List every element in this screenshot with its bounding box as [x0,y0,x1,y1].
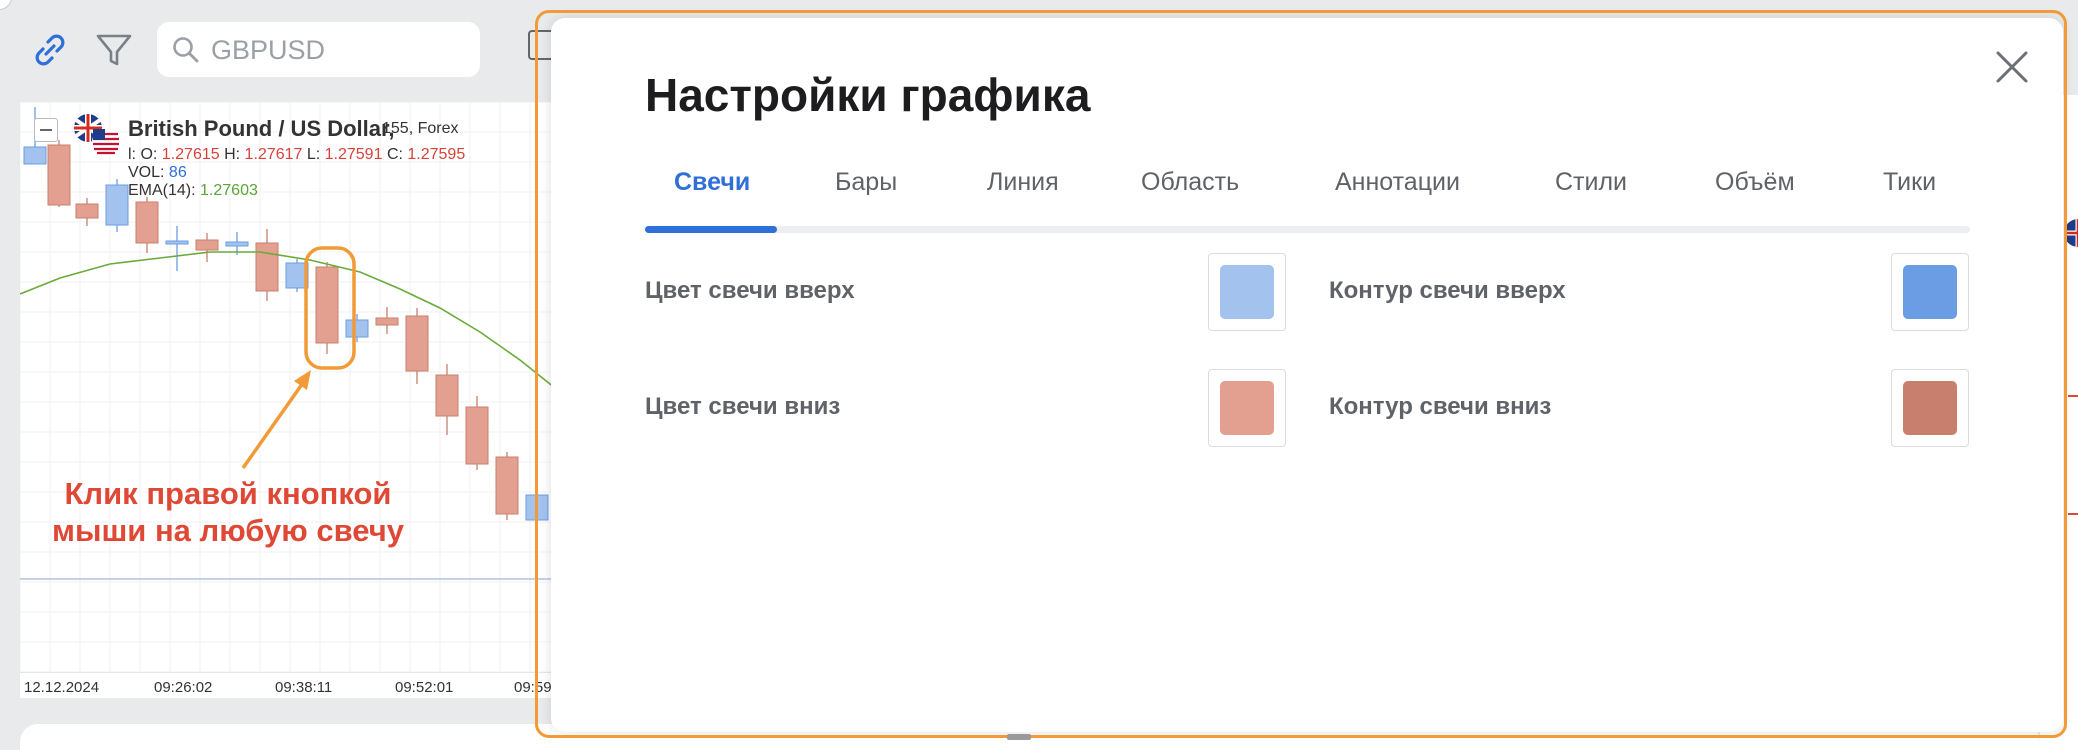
resize-handle[interactable] [1007,734,1031,740]
highlight-frame [535,10,2067,738]
price-line [2068,513,2078,515]
annotation-text: Клик правой кнопкой мыши на любую свечу [52,476,404,548]
candle-highlight-ring [304,246,356,370]
annotation-arrow [241,246,356,470]
price-line [2068,395,2078,397]
